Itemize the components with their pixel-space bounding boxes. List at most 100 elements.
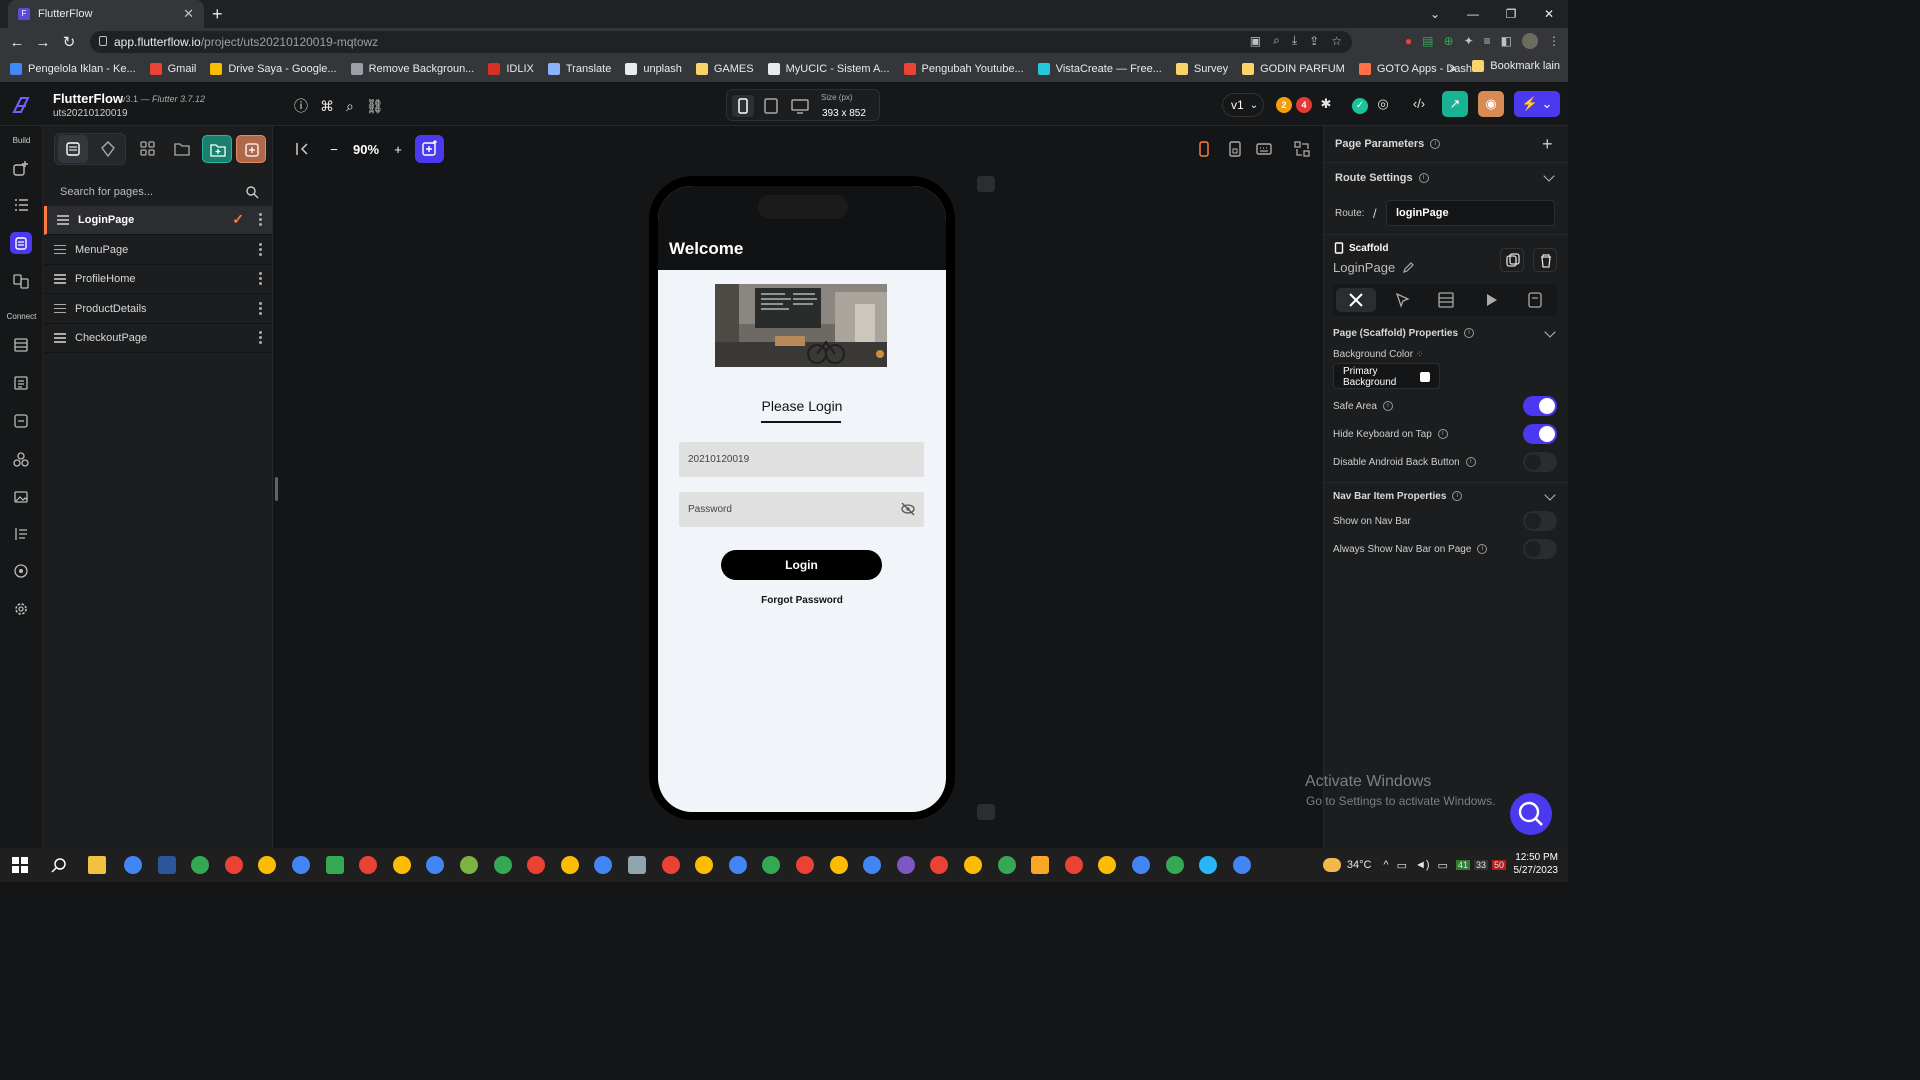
bookmark-item[interactable]: unplash xyxy=(625,63,682,75)
chrome-taskbar-icon[interactable] xyxy=(829,856,848,874)
login-button[interactable]: Login xyxy=(721,550,882,580)
bookmark-item[interactable]: Translate xyxy=(547,63,611,75)
disable-back-toggle[interactable] xyxy=(1523,452,1557,472)
drag-handle-icon[interactable] xyxy=(57,215,69,225)
keyboard-icon[interactable] xyxy=(1255,140,1273,158)
chrome-taskbar-icon[interactable] xyxy=(796,856,814,874)
page-menu-icon[interactable] xyxy=(259,331,262,346)
debug-bug-icon[interactable]: ✱ xyxy=(1313,91,1339,117)
tablet-device-button[interactable] xyxy=(760,95,782,117)
chrome-taskbar-icon[interactable] xyxy=(224,856,243,874)
forward-arrow-icon[interactable]: → xyxy=(30,34,56,51)
settings-gear-icon[interactable] xyxy=(10,598,32,620)
route-input[interactable]: loginPage xyxy=(1386,200,1555,226)
bookmark-item[interactable]: IDLIX xyxy=(488,63,534,75)
bookmark-item[interactable]: Survey xyxy=(1175,63,1228,75)
delete-widget-button[interactable] xyxy=(1533,248,1557,272)
phone-device-button[interactable] xyxy=(732,95,754,117)
forgot-password-link[interactable]: Forgot Password xyxy=(658,595,946,606)
chrome-taskbar-icon[interactable] xyxy=(1132,856,1150,874)
close-tab-icon[interactable]: ✕ xyxy=(183,6,194,22)
pages-icon[interactable] xyxy=(10,232,32,254)
other-bookmarks-folder[interactable]: Bookmark lain xyxy=(1472,60,1560,72)
tray-app-50-icon[interactable]: 50 xyxy=(1491,860,1506,870)
preview-eye-icon[interactable]: ◉ xyxy=(1478,91,1504,117)
windows-start-icon[interactable] xyxy=(12,857,28,873)
database-icon[interactable] xyxy=(10,334,32,356)
zoom-lens-icon[interactable]: ⌕ xyxy=(1273,33,1280,48)
drag-handle-icon[interactable] xyxy=(54,303,66,314)
desktop-device-button[interactable] xyxy=(789,95,811,117)
bookmark-item[interactable]: GODIN PARFUM xyxy=(1242,63,1345,75)
reading-list-icon[interactable]: ≡ xyxy=(1484,34,1491,48)
restore-button[interactable]: ❐ xyxy=(1492,0,1530,28)
global-search-button[interactable] xyxy=(1510,793,1552,835)
warnings-badge[interactable]: 2 xyxy=(1276,97,1292,113)
chrome-taskbar-icon[interactable] xyxy=(997,856,1016,874)
safe-area-toggle[interactable] xyxy=(1523,396,1557,416)
share-icon[interactable]: ⇪ xyxy=(1309,34,1319,48)
bookmark-item[interactable]: Remove Backgroun... xyxy=(350,63,474,75)
edit-pencil-icon[interactable] xyxy=(1402,262,1414,274)
widget-palette-icon[interactable] xyxy=(10,157,32,179)
side-panel-icon[interactable]: ◧ xyxy=(1501,34,1512,48)
errors-badge[interactable]: 4 xyxy=(1296,97,1312,113)
canvas-settings-icon[interactable] xyxy=(1293,140,1311,158)
command-palette-icon[interactable]: ⌘ xyxy=(320,98,334,115)
visibility-off-icon[interactable] xyxy=(900,502,916,516)
url-input[interactable]: app.flutterflow.io/project/uts2021012001… xyxy=(90,31,1352,53)
zoom-out-button[interactable]: − xyxy=(322,142,346,157)
bookmark-item[interactable]: VistaCreate — Free... xyxy=(1037,63,1162,75)
bookmark-item[interactable]: GOTO Apps - Dash... xyxy=(1358,63,1481,75)
notepad-taskbar-icon[interactable] xyxy=(628,856,646,874)
bookmark-item[interactable]: Drive Saya - Google... xyxy=(210,63,337,75)
extension-red-icon[interactable]: ● xyxy=(1405,34,1412,48)
chrome-taskbar-icon[interactable] xyxy=(292,856,310,874)
show-nav-toggle[interactable] xyxy=(1523,511,1557,531)
cafe-hero-image[interactable] xyxy=(715,284,887,367)
more-tab[interactable] xyxy=(1515,288,1555,312)
properties-tab[interactable] xyxy=(1336,288,1376,312)
vscode-like-taskbar-icon[interactable] xyxy=(325,856,344,874)
page-item-loginpage[interactable]: LoginPage ✓ xyxy=(44,206,272,235)
animations-tab[interactable] xyxy=(1471,288,1511,312)
nav-bar-properties-title[interactable]: Nav Bar Item Properties i xyxy=(1333,491,1463,502)
new-tab-button[interactable]: + xyxy=(212,4,223,25)
search-pages-input[interactable]: Search for pages... xyxy=(51,179,267,205)
bookmark-star-icon[interactable]: ☆ xyxy=(1331,34,1342,48)
api-calls-icon[interactable] xyxy=(10,410,32,432)
weather-temp[interactable]: 34°C xyxy=(1347,859,1372,871)
bottom-safe-area-icon[interactable] xyxy=(977,804,995,820)
username-field[interactable]: 20210120019 xyxy=(679,442,924,477)
bookmark-item[interactable]: Gmail xyxy=(149,63,196,75)
file-explorer-icon[interactable] xyxy=(88,856,106,874)
page-properties-title[interactable]: Page (Scaffold) Properties i xyxy=(1333,328,1475,339)
page-menu-icon[interactable] xyxy=(259,272,262,287)
duplicate-widget-button[interactable] xyxy=(1500,248,1524,272)
search-icon[interactable]: ⌕ xyxy=(346,98,354,115)
help-icon[interactable]: ⓘ xyxy=(294,96,308,116)
sticky-notes-taskbar-icon[interactable] xyxy=(1031,856,1050,874)
custom-code-icon[interactable] xyxy=(10,448,32,470)
add-folder-button[interactable] xyxy=(202,135,232,163)
login-heading[interactable]: Please Login xyxy=(658,398,946,414)
page-item-menupage[interactable]: MenuPage xyxy=(44,236,272,265)
bookmark-item[interactable]: Pengubah Youtube... xyxy=(903,63,1024,75)
theme-settings-icon[interactable] xyxy=(10,560,32,582)
page-item-checkoutpage[interactable]: CheckoutPage xyxy=(44,324,272,353)
chrome-taskbar-icon[interactable] xyxy=(1232,856,1251,874)
tray-app-33-icon[interactable]: 33 xyxy=(1473,860,1488,870)
page-item-profilehome[interactable]: ProfileHome xyxy=(44,265,272,294)
chrome-taskbar-icon[interactable] xyxy=(1064,856,1083,874)
components-tab[interactable] xyxy=(93,135,123,163)
storyboard-icon[interactable] xyxy=(10,270,32,292)
bookmark-item[interactable]: Pengelola Iklan - Ke... xyxy=(10,63,136,75)
weather-icon[interactable] xyxy=(1322,858,1341,872)
chrome-taskbar-icon[interactable] xyxy=(1165,856,1184,874)
pages-tab[interactable] xyxy=(58,135,88,163)
volume-icon[interactable]: ◄) xyxy=(1415,859,1430,871)
chrome-taskbar-icon[interactable] xyxy=(493,856,512,874)
view-code-icon[interactable]: ‹/› xyxy=(1406,91,1432,117)
page-menu-icon[interactable] xyxy=(259,301,262,317)
minimize-button[interactable]: — xyxy=(1454,0,1492,28)
